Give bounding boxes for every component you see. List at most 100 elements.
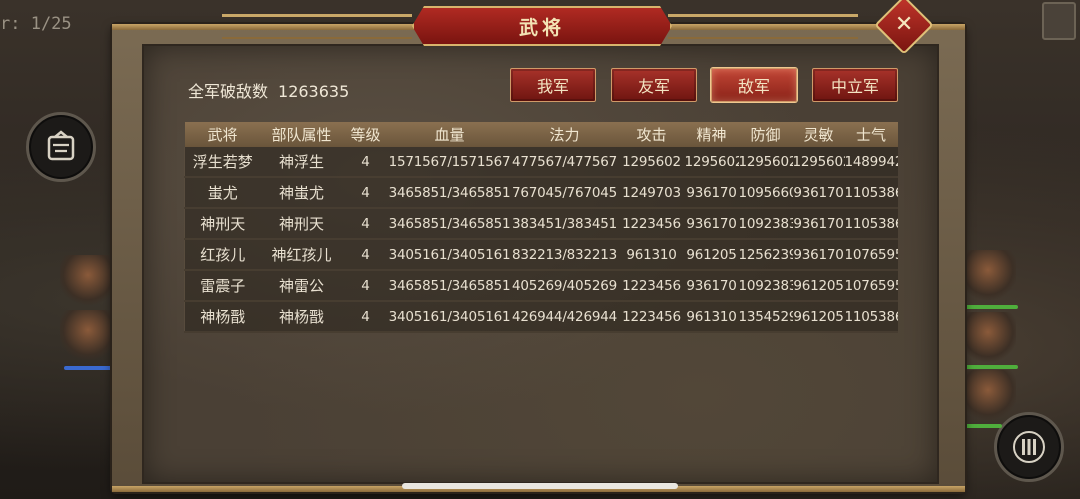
table-cell: 1295602 [792, 147, 845, 178]
table-cell: 4 [342, 208, 389, 240]
unit-sprite [960, 370, 1016, 420]
table-cell: 3405161/3405161 [388, 239, 511, 271]
tab-allied-army[interactable]: 友军 [611, 68, 697, 102]
table-cell: 蚩尤 [184, 177, 261, 209]
column-header: 血量 [388, 122, 511, 147]
table-row[interactable]: 神刑天 神刑天 4 3465851/3465851 383451/383451 … [184, 208, 898, 240]
table-cell: 936170 [684, 270, 739, 302]
table-header-row: 武将 部队属性 等级 血量 法力 攻击 精神 防御 灵敏 士气 [184, 122, 898, 147]
table-row[interactable]: 蚩尤 神蚩尤 4 3465851/3465851 767045/767045 1… [184, 177, 898, 209]
generals-table: 武将 部队属性 等级 血量 法力 攻击 精神 防御 灵敏 士气 浮生若梦 神浮生… [184, 122, 898, 333]
table-cell: 4 [342, 177, 389, 209]
pause-icon[interactable] [994, 412, 1064, 482]
table-cell: 936170 [792, 177, 845, 209]
table-cell: 1295602 [684, 147, 739, 178]
total-kills-value: 1263635 [278, 82, 350, 101]
table-cell: 936170 [684, 177, 739, 209]
table-cell: 3465851/3465851 [388, 270, 511, 302]
table-cell: 961205 [684, 239, 739, 271]
total-kills: 全军破敌数 1263635 [188, 78, 349, 102]
stage-progress-text: r: 1/25 [0, 14, 72, 34]
tab-our-army[interactable]: 我军 [510, 68, 596, 102]
unit-sprite [960, 250, 1016, 300]
table-cell: 神刑天 [184, 208, 261, 240]
table-cell: 961205 [792, 301, 845, 333]
title-ornament-left [222, 14, 412, 39]
total-kills-label: 全军破敌数 [188, 82, 269, 101]
table-cell: 383451/383451 [510, 208, 619, 240]
table-cell: 神刑天 [260, 208, 343, 240]
table-row[interactable]: 浮生若梦 神浮生 4 1571567/1571567 477567/477567… [184, 147, 898, 178]
tab-enemy-army[interactable]: 敌军 [711, 68, 797, 102]
table-cell: 1105386 [844, 301, 898, 333]
column-header: 精神 [684, 122, 739, 147]
table-cell: 767045/767045 [510, 177, 619, 209]
menu-corner-button[interactable] [1042, 2, 1076, 40]
table-cell: 936170 [792, 239, 845, 271]
table-cell: 1223456 [618, 270, 685, 302]
table-row[interactable]: 红孩儿 神红孩儿 4 3405161/3405161 832213/832213… [184, 239, 898, 271]
table-cell: 神雷公 [260, 270, 343, 302]
unit-health-bar [962, 305, 1018, 309]
table-cell: 1223456 [618, 208, 685, 240]
tab-neutral-army[interactable]: 中立军 [812, 68, 898, 102]
table-cell: 神浮生 [260, 147, 343, 178]
table-row[interactable]: 雷震子 神雷公 4 3465851/3465851 405269/405269 … [184, 270, 898, 302]
table-cell: 1223456 [618, 301, 685, 333]
table-row[interactable]: 神杨戬 神杨戬 4 3405161/3405161 426944/426944 … [184, 301, 898, 333]
table-cell: 1295602 [618, 147, 685, 178]
column-header: 攻击 [618, 122, 685, 147]
table-cell: 961205 [792, 270, 845, 302]
table-cell: 神蚩尤 [260, 177, 343, 209]
table-cell: 1256239 [738, 239, 793, 271]
title-banner: 武将 [412, 6, 672, 46]
bag-icon[interactable] [26, 112, 96, 182]
table-cell: 1092383 [738, 270, 793, 302]
table-cell: 1354529 [738, 301, 793, 333]
table-cell: 1095660 [738, 177, 793, 209]
table-cell: 3405161/3405161 [388, 301, 511, 333]
unit-sprite [60, 255, 116, 305]
table-cell: 红孩儿 [184, 239, 261, 271]
table-cell: 961310 [618, 239, 685, 271]
table-cell: 405269/405269 [510, 270, 619, 302]
unit-health-bar [962, 365, 1018, 369]
home-indicator-bar[interactable] [402, 483, 678, 489]
table-cell: 神杨戬 [260, 301, 343, 333]
panel-title: 武将 [518, 16, 565, 39]
table-cell: 1489942 [844, 147, 898, 178]
table-cell: 1092383 [738, 208, 793, 240]
table-cell: 1249703 [618, 177, 685, 209]
table-cell: 神杨戬 [184, 301, 261, 333]
column-header: 士气 [844, 122, 898, 147]
table-cell: 3465851/3465851 [388, 177, 511, 209]
table-cell: 3465851/3465851 [388, 208, 511, 240]
table-cell: 936170 [684, 208, 739, 240]
table-cell: 1105386 [844, 177, 898, 209]
table-cell: 477567/477567 [510, 147, 619, 178]
table-cell: 426944/426944 [510, 301, 619, 333]
table-cell: 1571567/1571567 [388, 147, 511, 178]
table-cell: 1076595 [844, 270, 898, 302]
column-header: 灵敏 [792, 122, 845, 147]
table-cell: 936170 [792, 208, 845, 240]
column-header: 武将 [184, 122, 261, 147]
unit-sprite [960, 312, 1016, 362]
table-cell: 4 [342, 301, 389, 333]
column-header: 法力 [510, 122, 619, 147]
table-cell: 1295602 [738, 147, 793, 178]
column-header: 部队属性 [260, 122, 343, 147]
table-cell: 961310 [684, 301, 739, 333]
column-header: 等级 [342, 122, 389, 147]
table-cell: 4 [342, 239, 389, 271]
table-cell: 4 [342, 147, 389, 178]
unit-health-bar [962, 424, 1002, 428]
close-icon: ✕ [894, 12, 914, 37]
table-cell: 浮生若梦 [184, 147, 261, 178]
table-cell: 832213/832213 [510, 239, 619, 271]
table-cell: 1076595 [844, 239, 898, 271]
column-header: 防御 [738, 122, 793, 147]
table-cell: 4 [342, 270, 389, 302]
unit-sprite [60, 310, 116, 360]
table-cell: 雷震子 [184, 270, 261, 302]
